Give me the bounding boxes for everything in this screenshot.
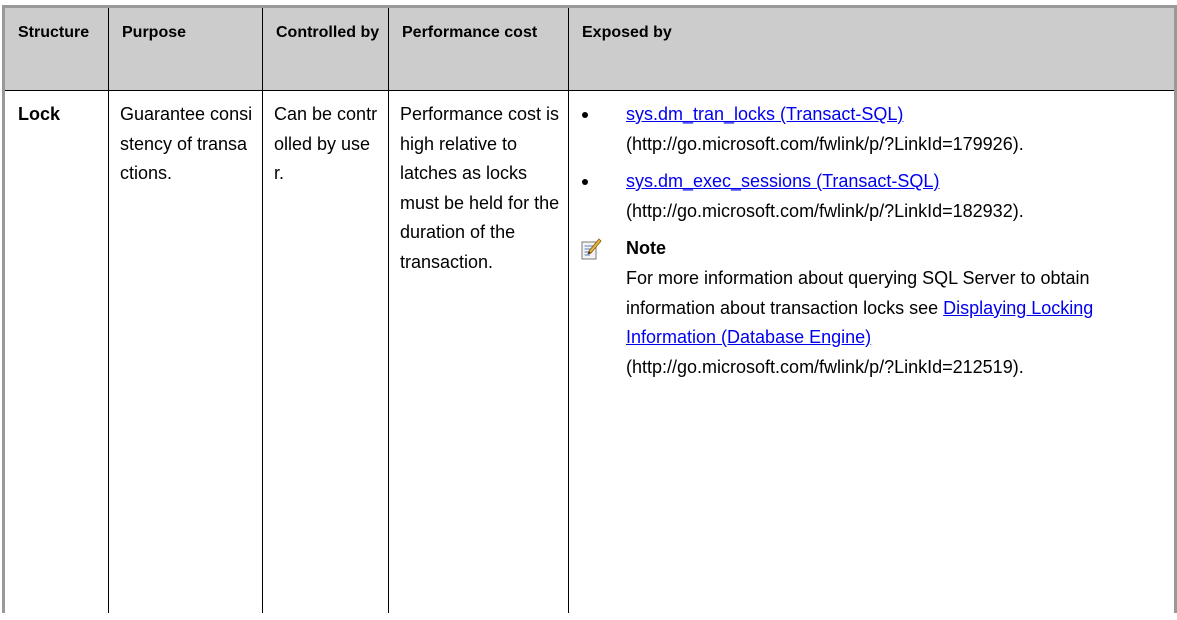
row-label-lock: Lock [18, 104, 61, 124]
table-row: Lock Guarantee consistency of transactio… [2, 90, 1177, 613]
header-performance-cost: Performance cost [388, 5, 569, 91]
note-pencil-icon [580, 238, 602, 260]
header-structure: Structure [2, 5, 109, 91]
note-body: For more information about querying SQL … [580, 264, 1166, 382]
structures-table: Structure Purpose Controlled by Performa… [2, 5, 1177, 613]
url-text: (http://go.microsoft.com/fwlink/p/?LinkI… [626, 356, 1024, 377]
url-text: (http://go.microsoft.com/fwlink/p/?LinkI… [626, 133, 1024, 154]
list-item: sys.dm_tran_locks (Transact-SQL) (http:/… [580, 100, 1166, 159]
url-text: (http://go.microsoft.com/fwlink/p/?LinkI… [626, 200, 1024, 221]
bullet-icon [582, 112, 588, 118]
cell-exposed-by: sys.dm_tran_locks (Transact-SQL) (http:/… [568, 90, 1177, 613]
link-sys-dm-exec-sessions[interactable]: sys.dm_exec_sessions (Transact-SQL) [626, 171, 939, 191]
exposed-by-list: sys.dm_tran_locks (Transact-SQL) (http:/… [580, 100, 1166, 226]
link-sys-dm-tran-locks[interactable]: sys.dm_tran_locks (Transact-SQL) [626, 104, 903, 124]
list-item: sys.dm_exec_sessions (Transact-SQL) (htt… [580, 167, 1166, 226]
table-header-row: Structure Purpose Controlled by Performa… [2, 5, 1177, 91]
header-purpose: Purpose [108, 5, 263, 91]
header-exposed-by: Exposed by [568, 5, 1177, 91]
cell-purpose: Guarantee consistency of transactions. [108, 90, 263, 613]
header-controlled-by: Controlled by [262, 5, 389, 91]
cell-controlled-by: Can be controlled by user. [262, 90, 389, 613]
note-box: Note For more information about querying… [580, 234, 1166, 382]
note-title: Note [626, 238, 666, 259]
bullet-icon [582, 179, 588, 185]
cell-structure: Lock [2, 90, 109, 613]
cell-performance-cost: Performance cost is high relative to lat… [388, 90, 569, 613]
